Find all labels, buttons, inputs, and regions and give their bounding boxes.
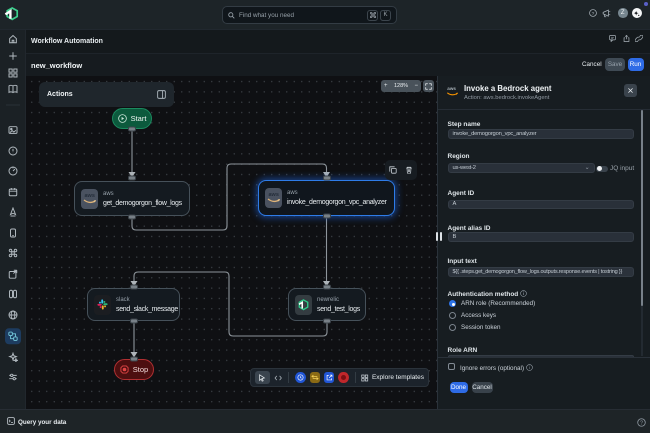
svg-text:aws: aws xyxy=(447,86,456,91)
svg-text:?: ? xyxy=(640,421,643,427)
svg-text:i: i xyxy=(523,291,524,296)
svg-text:i: i xyxy=(529,365,530,370)
svg-text:?: ? xyxy=(592,11,595,17)
